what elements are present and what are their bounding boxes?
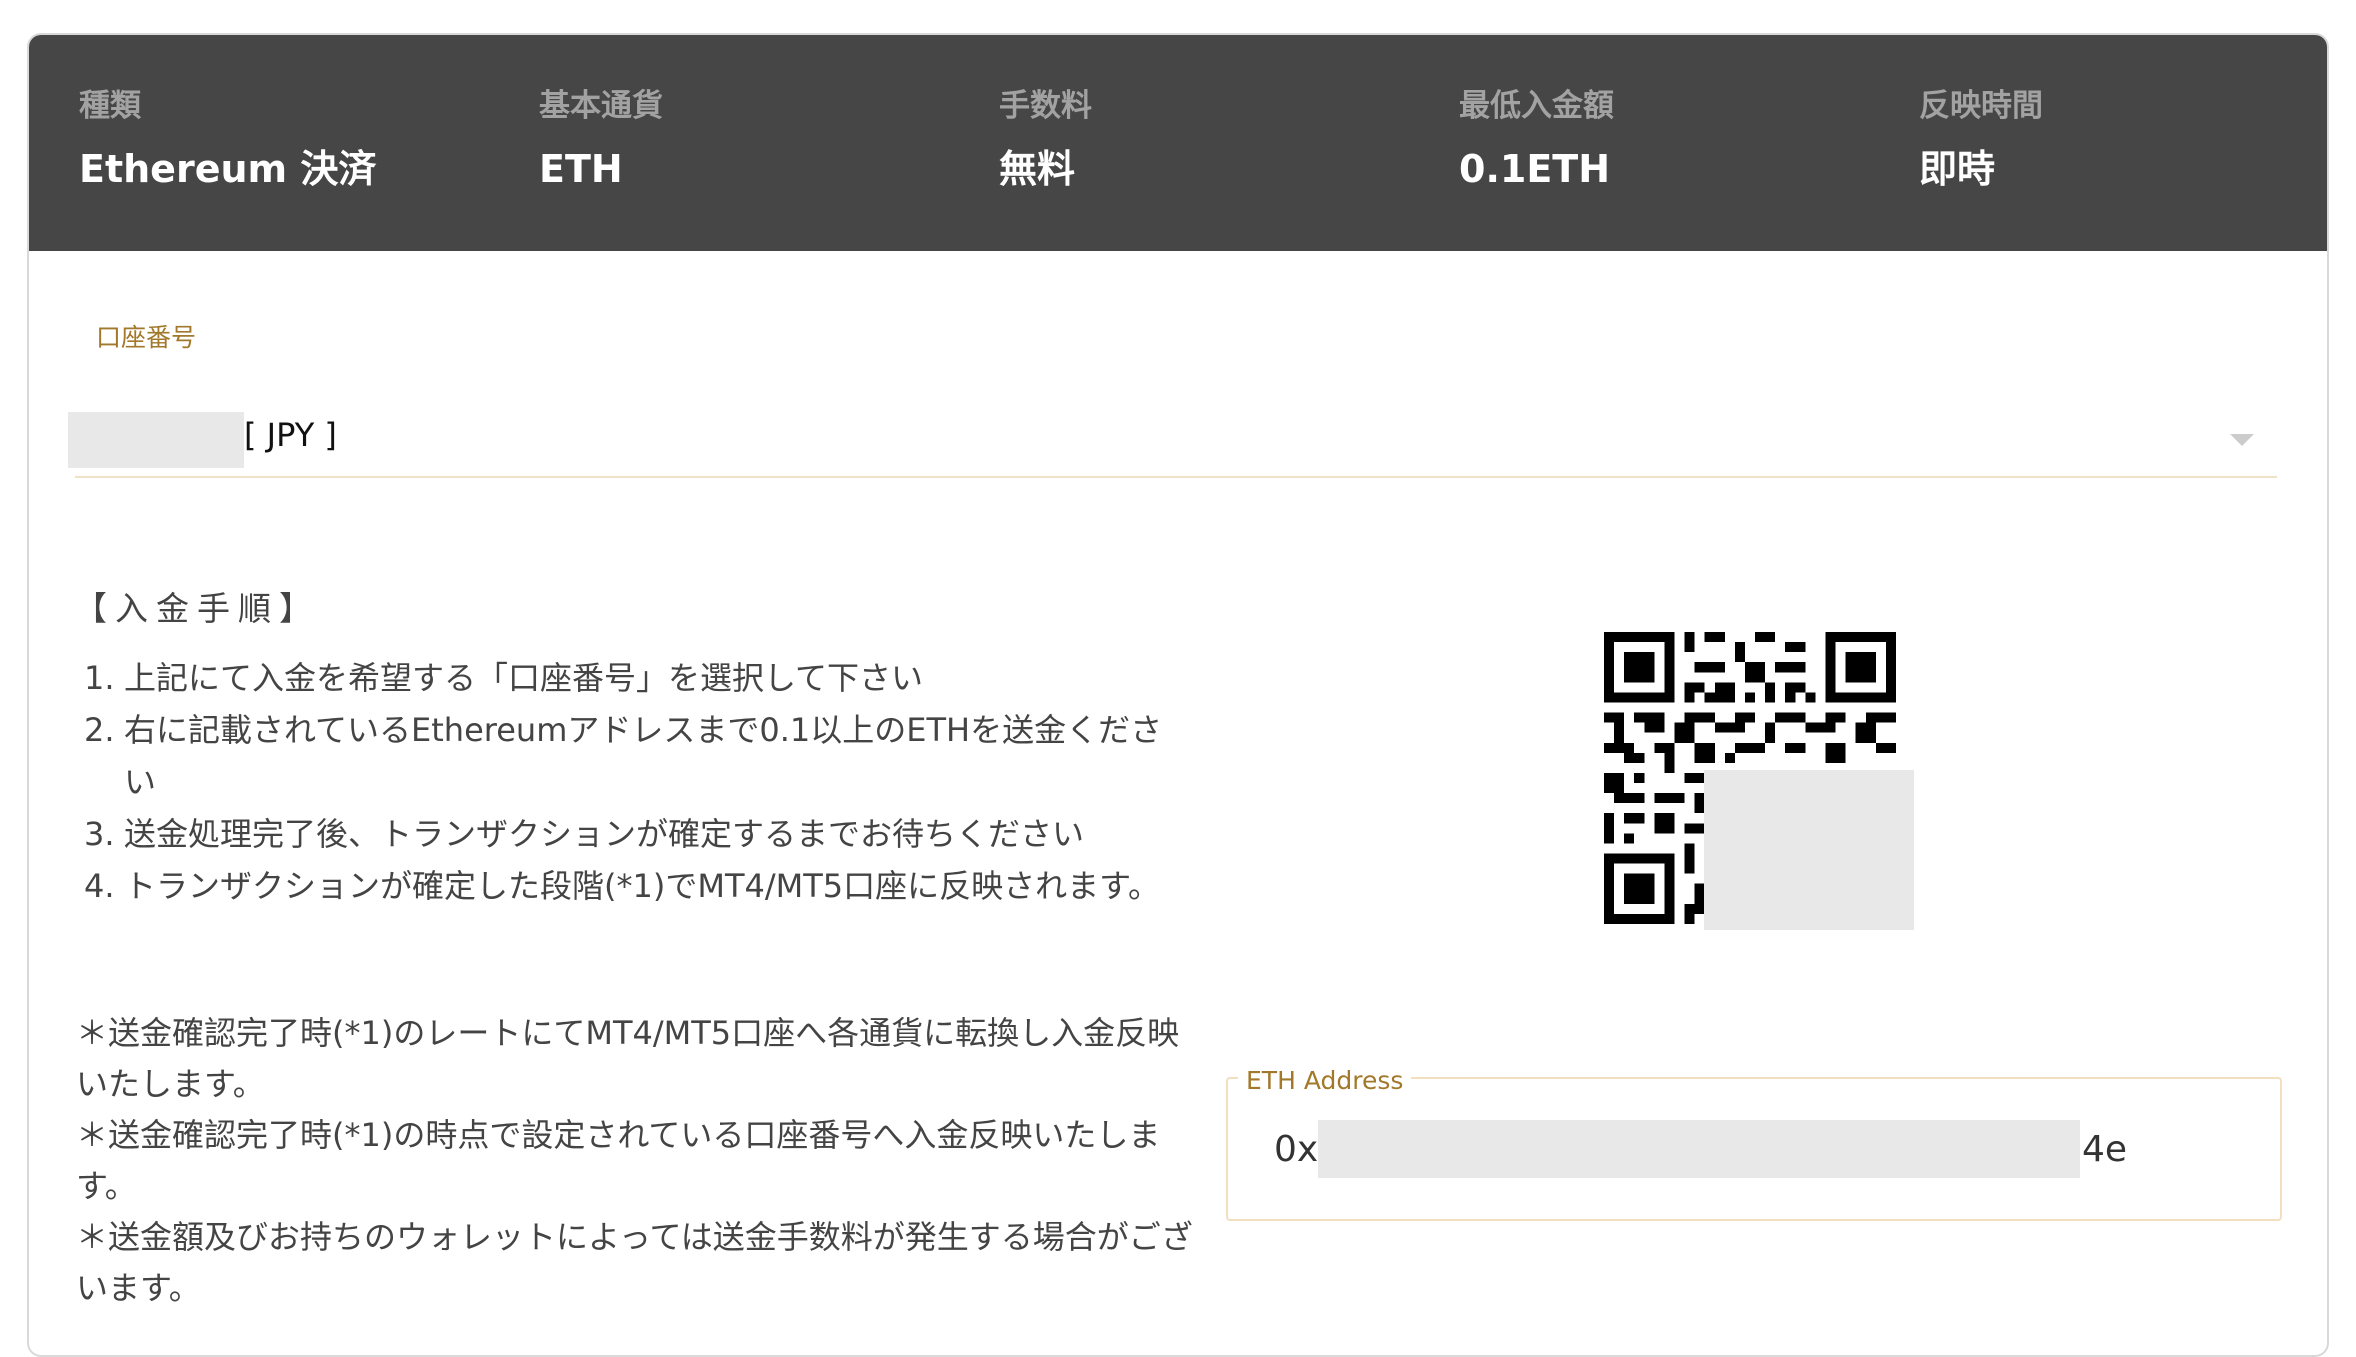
step-text: 送金処理完了後、トランザクションが確定するまでお待ちください — [124, 815, 1085, 853]
summary-min-deposit-label: 最低入金額 — [1459, 88, 1614, 124]
eth-address-redacted — [1318, 1120, 2080, 1178]
account-number-redacted — [68, 412, 244, 468]
step-number: 1. — [84, 659, 115, 697]
summary-reflection-time: 反映時間 即時 — [1919, 88, 2043, 191]
summary-fee-label: 手数料 — [999, 88, 1092, 124]
summary-type-value: Ethereum 決済 — [79, 147, 377, 191]
summary-fee: 手数料 無料 — [999, 88, 1092, 191]
summary-base-currency-label: 基本通貨 — [539, 88, 663, 124]
deposit-step: 3. 送金処理完了後、トランザクションが確定するまでお待ちください — [84, 808, 1164, 860]
eth-address-label: ETH Address — [1238, 1066, 1412, 1096]
step-text: 右に記載されているEthereumアドレスまで0.1以上のETHを送金ください — [124, 711, 1163, 801]
summary-min-deposit: 最低入金額 0.1ETH — [1459, 88, 1614, 191]
summary-base-currency: 基本通貨 ETH — [539, 88, 663, 191]
deposit-note: ＊送金額及びお持ちのウォレットによっては送金手数料が発生する場合がございます。 — [76, 1218, 1193, 1307]
step-number: 4. — [84, 867, 115, 905]
eth-address-suffix: 4e — [2082, 1129, 2128, 1170]
deposit-notes: ＊送金確認完了時(*1)のレートにてMT4/MT5口座へ各通貨に転換し入金反映い… — [76, 1008, 1196, 1314]
deposit-step: 1. 上記にて入金を希望する「口座番号」を選択して下さい — [84, 652, 1164, 704]
deposit-step: 2. 右に記載されているEthereumアドレスまで0.1以上のETHを送金くださ… — [84, 704, 1164, 808]
step-number: 2. — [84, 711, 115, 749]
account-select-underline — [75, 476, 2277, 478]
eth-address-prefix: 0x — [1274, 1129, 1319, 1170]
deposit-steps-title: 【入金手順】 — [74, 589, 320, 628]
summary-base-currency-value: ETH — [539, 147, 623, 191]
summary-reflection-time-label: 反映時間 — [1919, 88, 2043, 124]
account-number-label: 口座番号 — [96, 323, 197, 352]
chevron-down-icon[interactable] — [2230, 434, 2254, 446]
summary-type: 種類 Ethereum 決済 — [79, 88, 377, 191]
qr-code-redacted — [1704, 770, 1914, 930]
step-text: トランザクションが確定した段階(*1)でMT4/MT5口座に反映されます。 — [124, 867, 1160, 905]
summary-reflection-time-value: 即時 — [1919, 147, 1996, 191]
deposit-note: ＊送金確認完了時(*1)のレートにてMT4/MT5口座へ各通貨に転換し入金反映い… — [76, 1014, 1180, 1103]
account-select-value[interactable]: [ JPY ] — [244, 416, 337, 454]
deposit-steps-list: 1. 上記にて入金を希望する「口座番号」を選択して下さい 2. 右に記載されているE… — [84, 652, 1164, 912]
deposit-note: ＊送金確認完了時(*1)の時点で設定されている口座番号へ入金反映いたします。 — [76, 1116, 1161, 1205]
deposit-step: 4. トランザクションが確定した段階(*1)でMT4/MT5口座に反映されます。 — [84, 860, 1164, 912]
step-number: 3. — [84, 815, 115, 853]
summary-fee-value: 無料 — [999, 147, 1076, 191]
summary-min-deposit-value: 0.1ETH — [1459, 147, 1610, 191]
summary-type-label: 種類 — [79, 88, 141, 124]
step-text: 上記にて入金を希望する「口座番号」を選択して下さい — [124, 659, 924, 697]
payment-summary-header: 種類 Ethereum 決済 基本通貨 ETH 手数料 無料 最低入金額 0.1… — [29, 35, 2327, 251]
